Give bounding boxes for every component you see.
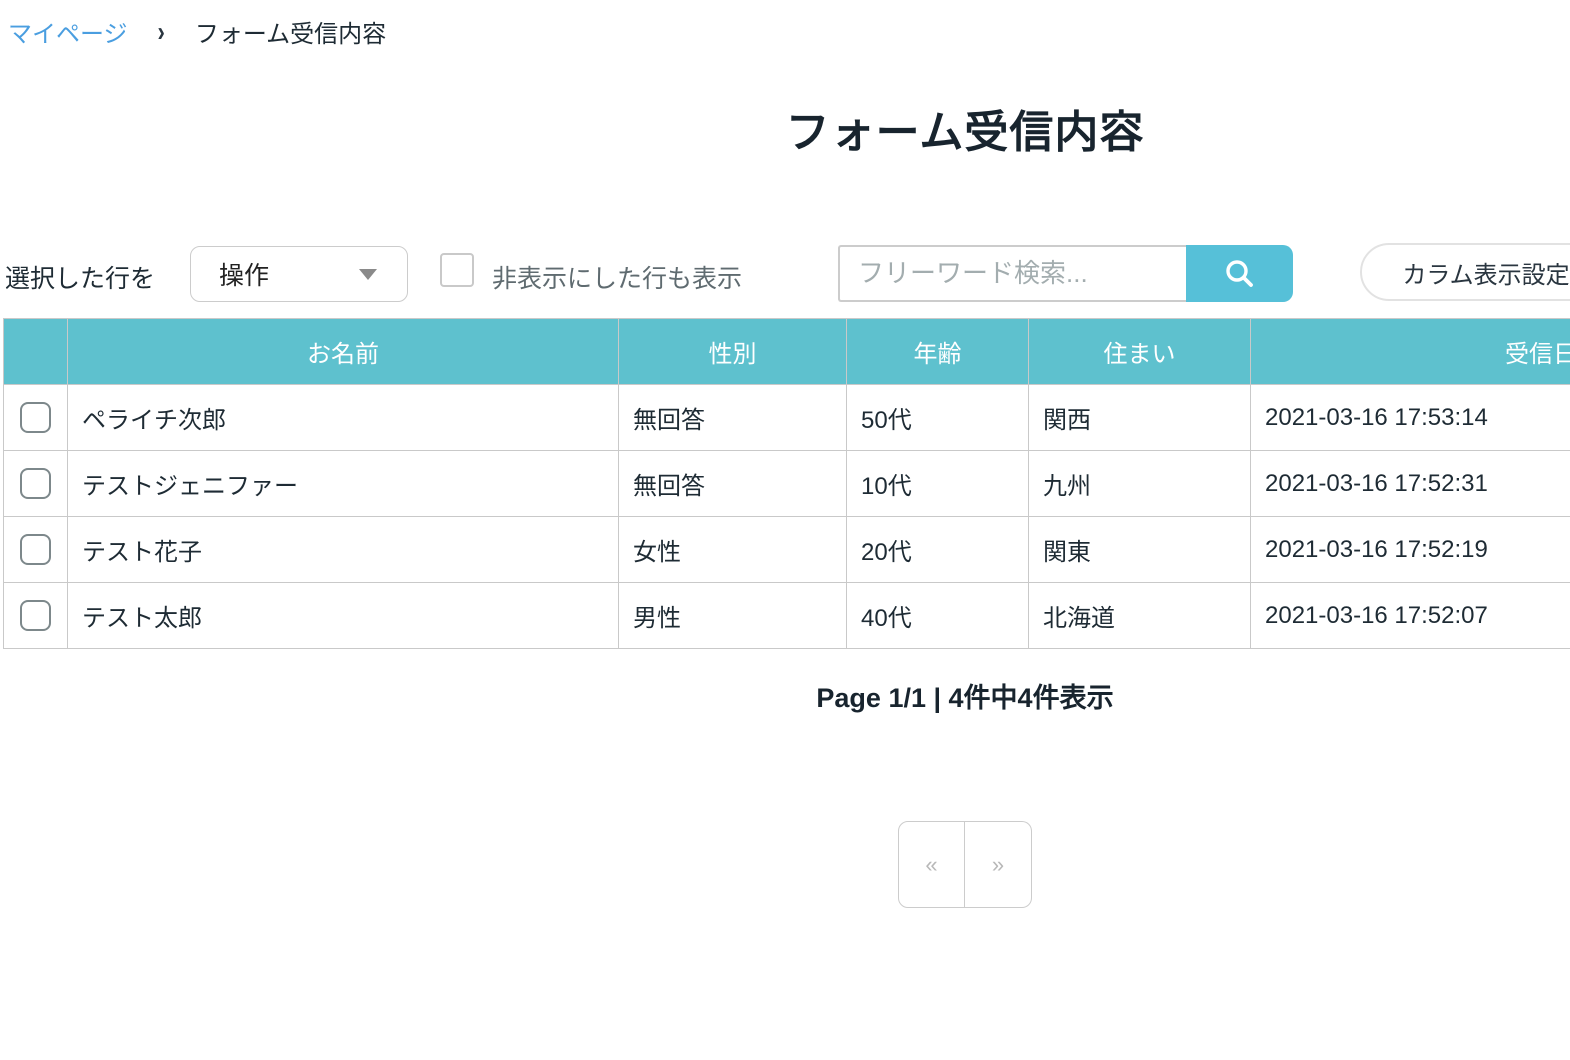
cell-age: 50代 [846, 384, 1029, 451]
col-header-age: 年齢 [846, 318, 1029, 385]
action-dropdown-value: 操作 [219, 262, 270, 290]
row-checkbox[interactable] [20, 402, 51, 433]
table-row: テストジェニファー 無回答 10代 九州 2021-03-16 17:52:31 [3, 450, 1570, 517]
page-info: Page 1/1 | 4件中4件表示 [816, 683, 1114, 713]
cell-residence: 九州 [1028, 450, 1251, 517]
cell-received-at: 2021-03-16 17:52:31 [1250, 450, 1570, 517]
cell-age: 10代 [846, 450, 1029, 517]
breadcrumb-current: フォーム受信内容 [194, 21, 387, 48]
col-header-residence: 住まい [1028, 318, 1251, 385]
search-icon [1223, 257, 1257, 291]
search-group [838, 245, 1293, 302]
col-header-received-at: 受信日時 [1250, 318, 1570, 385]
prev-page-button[interactable]: « [898, 821, 965, 908]
breadcrumb: マイページ › フォーム受信内容 [8, 14, 386, 49]
show-hidden-checkbox[interactable] [440, 253, 474, 287]
cell-received-at: 2021-03-16 17:53:14 [1250, 384, 1570, 451]
page: マイページ › フォーム受信内容 フォーム受信内容 選択した行を 操作 非表示に… [0, 0, 1570, 1060]
cell-gender: 無回答 [618, 384, 847, 451]
cell-gender: 無回答 [618, 450, 847, 517]
cell-name: ペライチ次郎 [67, 384, 619, 451]
table-row: ペライチ次郎 無回答 50代 関西 2021-03-16 17:53:14 [3, 384, 1570, 451]
next-page-button[interactable]: » [965, 821, 1032, 908]
cell-residence: 関東 [1028, 516, 1251, 583]
cell-gender: 男性 [618, 582, 847, 649]
table-row: テスト太郎 男性 40代 北海道 2021-03-16 17:52:07 [3, 582, 1570, 649]
cell-name: テスト花子 [67, 516, 619, 583]
received-forms-table: お名前 性別 年齢 住まい 受信日時 ペライチ次郎無回答50代関西2021-03… [3, 318, 1570, 649]
table-row: テスト花子 女性 20代 関東 2021-03-16 17:52:19 [3, 516, 1570, 583]
breadcrumb-link-mypage[interactable]: マイページ [8, 14, 128, 49]
cell-residence: 関西 [1028, 384, 1251, 451]
row-checkbox-cell [3, 516, 68, 583]
col-header-name: お名前 [67, 318, 619, 385]
pagination: « » [898, 821, 1032, 908]
cell-residence: 北海道 [1028, 582, 1251, 649]
search-input[interactable] [838, 245, 1186, 302]
table-header-row: お名前 性別 年齢 住まい 受信日時 [3, 318, 1570, 385]
row-checkbox[interactable] [20, 468, 51, 499]
action-dropdown[interactable]: 操作 [190, 246, 408, 302]
cell-age: 20代 [846, 516, 1029, 583]
row-checkbox-cell [3, 450, 68, 517]
row-checkbox-cell [3, 384, 68, 451]
column-settings-button[interactable]: カラム表示設定 [1360, 243, 1570, 301]
chevron-down-icon [359, 268, 377, 280]
show-hidden-label: 非表示にした行も表示 [492, 265, 743, 293]
page-title: フォーム受信内容 [785, 108, 1145, 157]
selected-rows-label: 選択した行を [5, 265, 156, 293]
cell-name: テスト太郎 [67, 582, 619, 649]
header-checkbox-cell [3, 318, 68, 385]
col-header-gender: 性別 [618, 318, 847, 385]
cell-name: テストジェニファー [67, 450, 619, 517]
cell-age: 40代 [846, 582, 1029, 649]
breadcrumb-chevron-icon: › [157, 15, 165, 47]
cell-received-at: 2021-03-16 17:52:19 [1250, 516, 1570, 583]
cell-received-at: 2021-03-16 17:52:07 [1250, 582, 1570, 649]
cell-gender: 女性 [618, 516, 847, 583]
row-checkbox[interactable] [20, 534, 51, 565]
row-checkbox-cell [3, 582, 68, 649]
search-button[interactable] [1186, 245, 1293, 302]
row-checkbox[interactable] [20, 600, 51, 631]
